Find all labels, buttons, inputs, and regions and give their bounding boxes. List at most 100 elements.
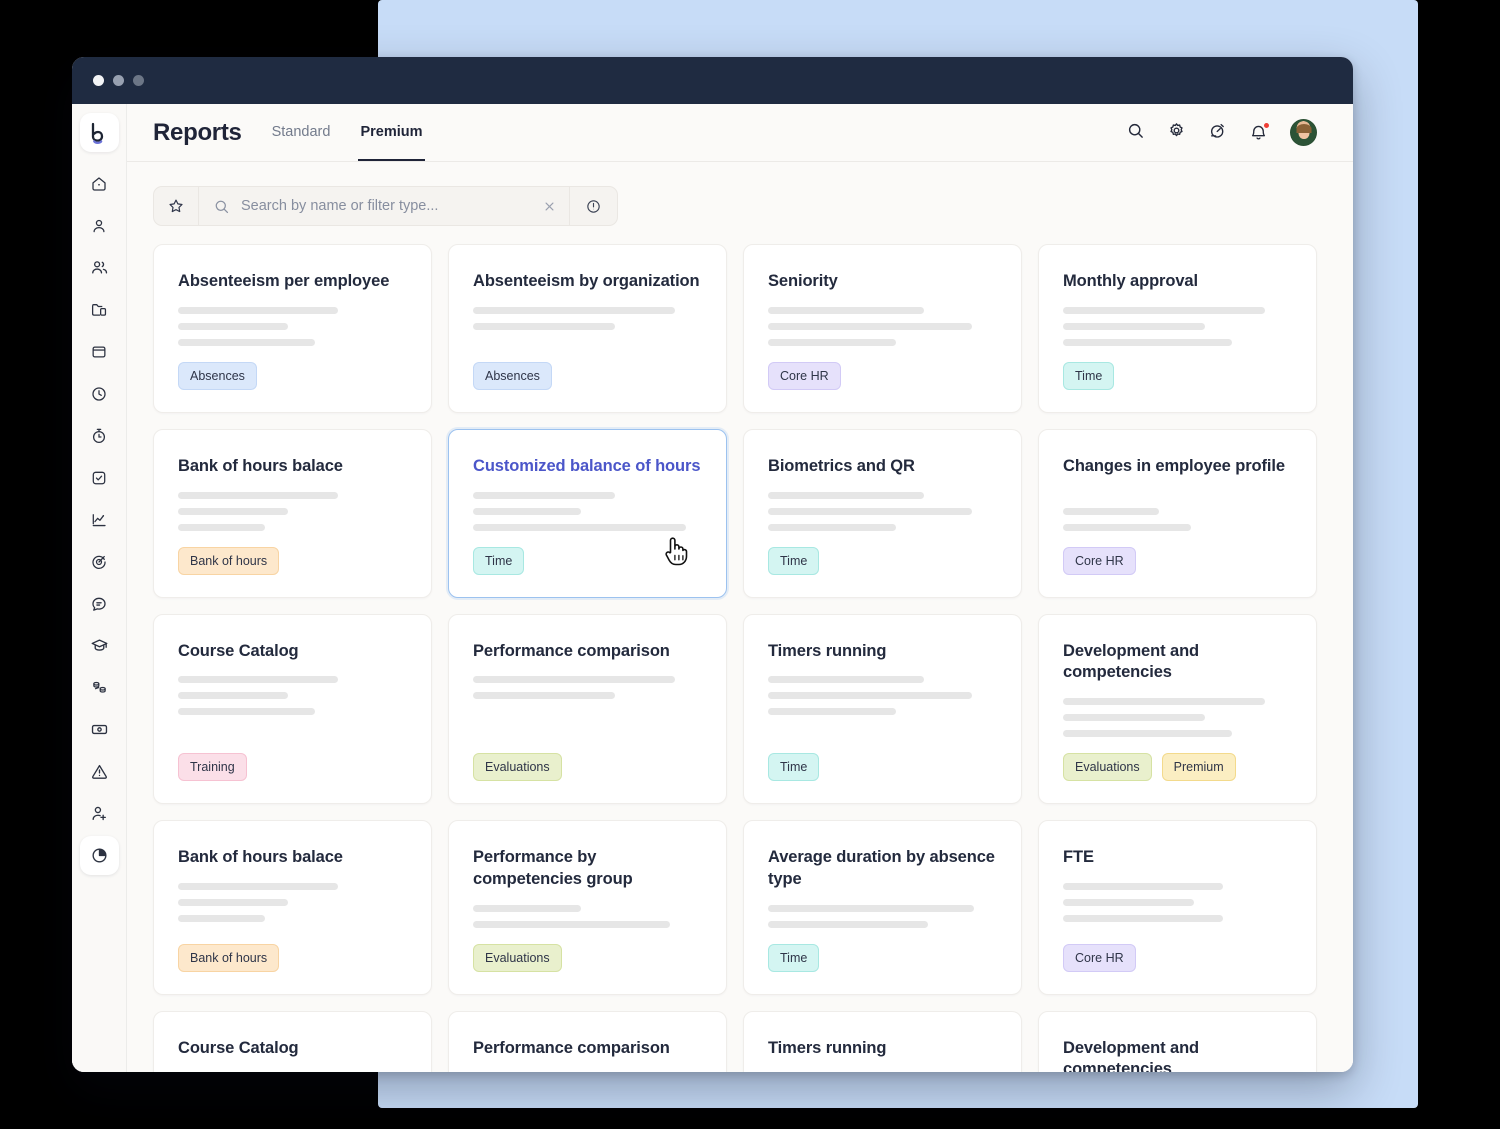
- report-tag[interactable]: Absences: [473, 361, 552, 390]
- report-card[interactable]: Seniority Core HR: [743, 244, 1022, 413]
- report-card-placeholder-lines: [473, 491, 702, 531]
- report-card[interactable]: Course CatalogTraining: [153, 613, 432, 805]
- report-card[interactable]: Performance comparisonEvaluations: [448, 1010, 727, 1072]
- report-card[interactable]: Performance comparisonEvaluations: [448, 613, 727, 805]
- tab-standard[interactable]: Standard: [270, 104, 333, 161]
- report-tag[interactable]: Premium: [1161, 753, 1236, 782]
- browser-window: Reports Standard Premium Search by name …: [72, 57, 1353, 1072]
- sidebar-item-clock[interactable]: [80, 374, 119, 413]
- bell-icon[interactable]: [1249, 122, 1270, 142]
- minimize-window-dot[interactable]: [113, 75, 124, 86]
- report-tag[interactable]: Core HR: [768, 361, 841, 390]
- report-tag[interactable]: Bank of hours: [178, 943, 280, 972]
- report-card[interactable]: Development and competenciesEvaluationsP…: [1038, 613, 1317, 805]
- report-card-title: FTE: [1063, 848, 1094, 867]
- placeholder-line: [1063, 507, 1160, 515]
- sidebar-item-goals[interactable]: [80, 542, 119, 581]
- search-field-wrap[interactable]: [199, 187, 570, 225]
- sidebar-item-payroll[interactable]: [80, 710, 119, 749]
- search-icon[interactable]: [1126, 121, 1145, 145]
- report-card[interactable]: Bank of hours balace Bank of hours: [153, 428, 432, 598]
- report-card[interactable]: Performance by competencies group Evaluat…: [448, 820, 727, 995]
- page-title: Reports: [153, 118, 242, 146]
- report-card-placeholder-lines: [1063, 698, 1292, 738]
- report-tag[interactable]: Evaluations: [473, 753, 562, 782]
- report-card[interactable]: Monthly approval Time: [1038, 244, 1317, 413]
- sidebar-item-timer[interactable]: [80, 416, 119, 455]
- report-tag[interactable]: Time: [768, 753, 820, 782]
- report-card-title: Absenteeism per employee: [178, 272, 390, 290]
- report-card[interactable]: Average duration by absence type Time: [743, 820, 1022, 995]
- star-icon[interactable]: [154, 187, 199, 225]
- report-card[interactable]: Customized balance of hours Time: [448, 428, 727, 598]
- report-card-title: Absenteeism by organization: [473, 272, 700, 290]
- report-tag[interactable]: Time: [1063, 361, 1115, 390]
- report-card-placeholder-lines: [768, 491, 997, 531]
- report-tag[interactable]: Evaluations: [1063, 753, 1152, 782]
- report-card-title: Bank of hours balace: [178, 456, 343, 475]
- stopwatch-icon[interactable]: [1208, 121, 1227, 145]
- app-body: Reports Standard Premium Search by name …: [72, 104, 1353, 1072]
- sidebar-item-archive[interactable]: [80, 332, 119, 371]
- reports-grid: Absenteeism per employee Absences Absentee…: [153, 226, 1317, 1072]
- sidebar-item-chat[interactable]: [80, 584, 119, 623]
- search-input[interactable]: [241, 198, 531, 214]
- sidebar-item-analytics[interactable]: [80, 500, 119, 539]
- sidebar-item-tasks[interactable]: [80, 458, 119, 497]
- placeholder-line: [768, 676, 924, 684]
- report-card-tags: Core HR: [1063, 943, 1292, 972]
- avatar[interactable]: [1290, 119, 1317, 146]
- report-card[interactable]: Timers runningTime: [743, 1010, 1022, 1072]
- report-card[interactable]: Absenteeism by organization Absences: [448, 244, 727, 413]
- sidebar-item-person[interactable]: [80, 206, 119, 245]
- report-card[interactable]: Timers runningTime: [743, 613, 1022, 805]
- reports-grid-wrap: Absenteeism per employee Absences Absentee…: [127, 226, 1353, 1072]
- placeholder-line: [1063, 306, 1265, 314]
- report-card[interactable]: Changes in employee profile Core HR: [1038, 428, 1317, 598]
- report-card[interactable]: Development and competenciesEvaluationsP…: [1038, 1010, 1317, 1072]
- report-tag[interactable]: Core HR: [1063, 943, 1136, 972]
- report-card[interactable]: Course CatalogTraining: [153, 1010, 432, 1072]
- report-tag[interactable]: Core HR: [1063, 546, 1136, 575]
- sidebar-item-learning[interactable]: [80, 626, 119, 665]
- report-card[interactable]: Biometrics and QR Time: [743, 428, 1022, 598]
- report-card[interactable]: Absenteeism per employee Absences: [153, 244, 432, 413]
- sidebar-item-reports[interactable]: [79, 836, 119, 875]
- sidebar-item-folder[interactable]: [80, 290, 119, 329]
- sidebar-item-hiring[interactable]: [80, 794, 119, 833]
- report-card-tags: Core HR: [1063, 546, 1292, 575]
- report-card-title: Development and competencies: [1063, 1038, 1200, 1072]
- sidebar-item-home[interactable]: [80, 164, 119, 203]
- close-icon[interactable]: [542, 199, 557, 214]
- report-card-placeholder-lines: [473, 904, 702, 928]
- report-tag[interactable]: Time: [768, 943, 820, 972]
- placeholder-line: [768, 338, 897, 346]
- placeholder-line: [178, 507, 288, 515]
- report-tag[interactable]: Time: [768, 546, 820, 575]
- maximize-window-dot[interactable]: [133, 75, 144, 86]
- report-tag[interactable]: Evaluations: [473, 943, 562, 972]
- sidebar-item-compensation[interactable]: [80, 668, 119, 707]
- hibob-logo[interactable]: [79, 113, 119, 152]
- report-card[interactable]: Bank of hours balace Bank of hours: [153, 820, 432, 995]
- sidebar-item-alerts[interactable]: [80, 752, 119, 791]
- placeholder-line: [473, 676, 675, 684]
- report-tag[interactable]: Absences: [178, 361, 257, 390]
- report-card[interactable]: FTE Core HR: [1038, 820, 1317, 995]
- gear-icon[interactable]: [1167, 121, 1186, 145]
- tab-premium[interactable]: Premium: [358, 104, 425, 161]
- sidebar-item-people[interactable]: [80, 248, 119, 287]
- report-card-tags: Time: [768, 753, 997, 782]
- report-card-tags: Bank of hours: [178, 943, 407, 972]
- report-card-title: Performance comparison: [473, 1038, 670, 1057]
- close-window-dot[interactable]: [93, 75, 104, 86]
- placeholder-line: [1063, 523, 1192, 531]
- info-icon[interactable]: [570, 187, 617, 225]
- report-tag[interactable]: Bank of hours: [178, 546, 280, 575]
- placeholder-line: [473, 507, 581, 515]
- placeholder-line: [768, 692, 972, 700]
- report-tag[interactable]: Time: [473, 546, 525, 575]
- report-card-title: Customized balance of hours: [473, 456, 701, 475]
- report-tag[interactable]: Training: [178, 753, 247, 782]
- report-card-title: Performance by competencies group: [473, 848, 633, 888]
